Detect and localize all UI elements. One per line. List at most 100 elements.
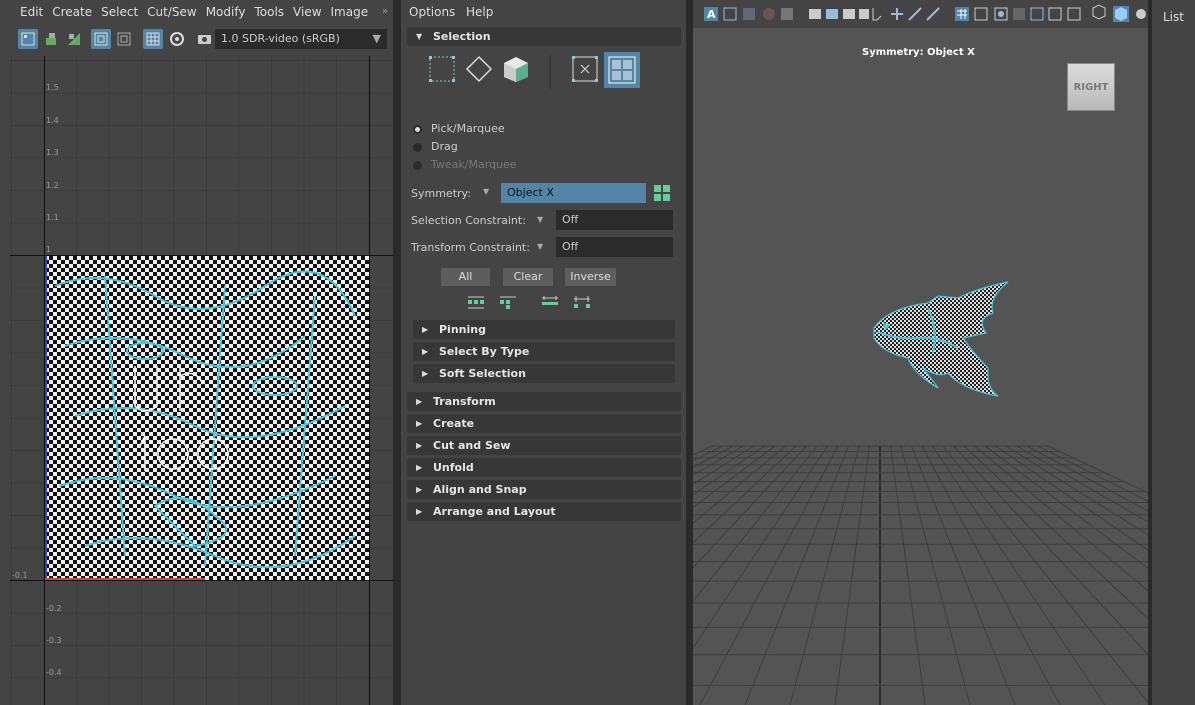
section-title: Arrange and Layout [433,505,556,518]
uv-stack-icon[interactable] [41,29,61,49]
select-loop-icon[interactable] [541,296,559,313]
section-unfold[interactable]: ▶ Unfold [407,458,681,477]
grid-line [693,445,765,496]
uv-checker-icon[interactable] [64,29,84,49]
triangle-right-icon: ▶ [416,441,423,450]
uv-axis-h2 [10,580,393,581]
symmetry-field[interactable]: Object X [501,183,646,203]
axis-label: -0.4 [46,668,62,677]
uv-axis-v2 [369,56,370,705]
selection-constraint-field[interactable]: Off [556,210,673,230]
shrink-selection-icon[interactable] [499,296,517,313]
inverse-button[interactable]: Inverse [565,268,616,286]
uv-editor-panel: Edit Create Select Cut/Sew Modify Tools … [0,0,393,705]
section-transform[interactable]: ▶ Transform [407,392,681,411]
uv-border-icon[interactable] [91,29,111,49]
triangle-right-icon: ▶ [422,369,429,378]
right-panel: List [1152,0,1195,705]
menu-select[interactable]: Select [101,5,147,19]
menu-image[interactable]: Image [331,5,378,19]
menu-create[interactable]: Create [52,5,101,19]
viewport-toolbar-icons[interactable]: A [693,0,1148,28]
view-cube[interactable]: RIGHT [1067,63,1115,111]
grid-line [911,445,1016,705]
uv-shell-icon[interactable] [18,29,38,49]
axis-label: 1.4 [46,116,59,125]
section-cut-and-sew[interactable]: ▶ Cut and Sew [407,436,681,455]
select-all-button[interactable]: All [441,268,490,286]
grow-selection-icon[interactable] [467,296,485,313]
section-create[interactable]: ▶ Create [407,414,681,433]
menu-view[interactable]: View [293,5,330,19]
subsection-pinning[interactable]: ▶ Pinning [413,320,675,339]
camera-icon[interactable] [195,29,215,49]
transform-constraint-field[interactable]: Off [556,237,673,257]
grid-line [890,445,926,705]
tab-list[interactable]: List [1163,10,1184,24]
triangle-right-icon: ▶ [422,347,429,356]
chevron-down-icon[interactable]: ▼ [537,242,543,251]
chevron-down-icon[interactable]: ▼ [537,215,543,224]
panel-divider[interactable] [686,0,693,705]
section-align-and-snap[interactable]: ▶ Align and Snap [407,480,681,499]
axis-label: -0.2 [46,604,62,613]
view-cube-label: RIGHT [1073,82,1109,93]
subsection-select-by-type[interactable]: ▶ Select By Type [413,342,675,361]
menu-overflow-icon[interactable]: » [382,6,388,17]
uv-border-bottom [45,578,205,580]
menu-help[interactable]: Help [466,5,493,19]
edge-icon[interactable] [465,55,493,86]
radio-pick-marquee[interactable] [413,125,422,134]
axis-label: 1 [46,245,52,254]
uv-distortion-icon[interactable] [114,29,134,49]
menu-modify[interactable]: Modify [206,5,255,19]
subsection-soft-selection[interactable]: ▶ Soft Selection [413,364,675,383]
clear-button[interactable]: Clear [503,268,553,286]
menu-tools[interactable]: Tools [254,5,293,19]
color-space-select[interactable]: 1.0 SDR-video (sRGB) ▼ [215,29,387,49]
uv-shell-select-icon[interactable] [604,52,640,88]
menu-edit[interactable]: Edit [0,5,52,19]
triangle-right-icon: ▶ [416,507,423,516]
section-title: Transform [433,395,496,408]
color-space-value: 1.0 SDR-video (sRGB) [221,32,340,45]
vertex-icon[interactable] [571,55,599,86]
svg-text:A: A [707,8,716,21]
radio-label: Tweak/Marquee [431,158,517,171]
triangle-right-icon: ▶ [416,485,423,494]
axis-label: -0.3 [46,636,62,645]
grid-line [1047,445,1148,494]
uv-wireframe [54,270,356,569]
uv-checker-texture[interactable] [45,256,369,580]
radio-drag[interactable] [413,143,422,152]
symmetry-label: Symmetry: [411,187,471,200]
grid-line [693,445,807,569]
axis-label: 1.3 [46,148,59,157]
section-arrange-and-layout[interactable]: ▶ Arrange and Layout [407,502,681,521]
triangle-right-icon: ▶ [416,463,423,472]
uv-dim-icon[interactable] [167,29,187,49]
panel-divider[interactable] [393,0,401,705]
grid-line [693,445,713,456]
cube-icon[interactable] [502,55,530,86]
face-icon[interactable] [428,55,456,86]
subsection-title: Select By Type [439,345,530,358]
subsection-title: Pinning [439,323,486,336]
chevron-down-icon[interactable]: ▼ [483,187,489,196]
uv-border-left [45,256,47,580]
menu-cut-sew[interactable]: Cut/Sew [147,5,206,19]
triangle-right-icon: ▶ [416,397,423,406]
triangle-right-icon: ▶ [416,419,423,428]
radio-tweak-marquee[interactable] [413,161,422,170]
symmetry-pick-icon[interactable] [653,184,671,205]
select-ring-icon[interactable] [573,296,591,313]
uv-menu-bar: Edit Create Select Cut/Sew Modify Tools … [0,0,377,24]
grid-line [834,445,870,705]
uv-grid-icon[interactable] [143,29,163,49]
grid-line [789,445,860,705]
uv-toolkit-panel: Options Help ▼ Selection Pick/Marquee Dr… [401,0,686,705]
section-selection[interactable]: ▼ Selection [407,27,681,46]
menu-options[interactable]: Options [409,5,455,19]
grid-line [1005,445,1148,536]
fish-model[interactable] [868,278,1018,400]
